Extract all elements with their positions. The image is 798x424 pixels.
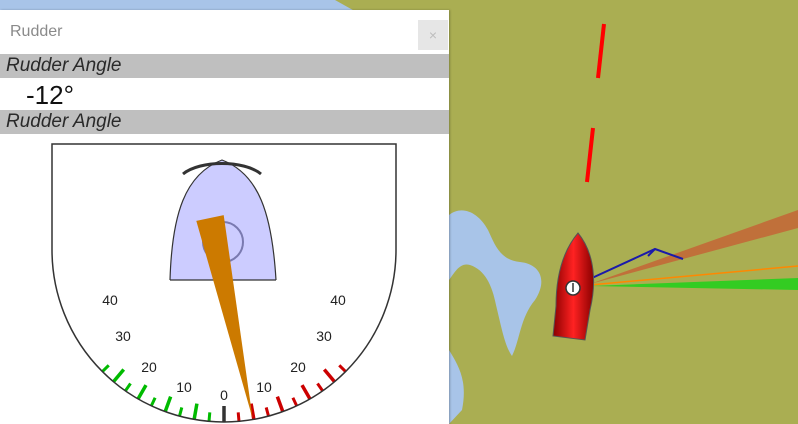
gauge-tick: [136, 384, 148, 400]
label-left-30: 30: [115, 328, 131, 344]
section-header-top: Rudder Angle: [0, 54, 449, 78]
gauge-tick: [163, 395, 173, 413]
label-left-10: 10: [176, 379, 192, 395]
gauge-tick: [291, 397, 299, 407]
label-right-20: 20: [290, 359, 306, 375]
label-left-40: 40: [102, 292, 118, 308]
gauge-tick: [124, 382, 132, 392]
rudder-gauge: 40 30 20 10 0 10 20 30 40: [51, 143, 397, 423]
close-icon: ×: [428, 27, 438, 43]
gauge-tick: [338, 364, 347, 373]
gauge-tick: [101, 364, 110, 373]
gauge-tick: [275, 395, 285, 413]
gauge-tick: [192, 403, 199, 420]
panel-title: Rudder: [10, 23, 63, 40]
panel-titlebar[interactable]: Rudder ×: [0, 10, 449, 54]
gauge-tick: [207, 412, 212, 422]
label-right-40: 40: [330, 292, 346, 308]
label-left-20: 20: [141, 359, 157, 375]
gauge-tick: [322, 368, 336, 383]
gauge-tick: [112, 368, 126, 383]
label-zero: 0: [220, 387, 228, 403]
label-right-10: 10: [256, 379, 272, 395]
gauge-tick: [149, 397, 157, 407]
section-header-bottom: Rudder Angle: [0, 110, 449, 134]
gauge-tick: [264, 407, 270, 417]
gauge-tick: [236, 412, 241, 422]
gauge-tick: [300, 384, 312, 400]
label-right-30: 30: [316, 328, 332, 344]
rudder-angle-value: -12°: [26, 80, 74, 110]
gauge-tick: [178, 407, 184, 417]
close-button[interactable]: ×: [418, 20, 448, 50]
gauge-tick: [316, 382, 324, 392]
rudder-panel: Rudder × Rudder Angle -12° Rudder Angle …: [0, 10, 449, 424]
